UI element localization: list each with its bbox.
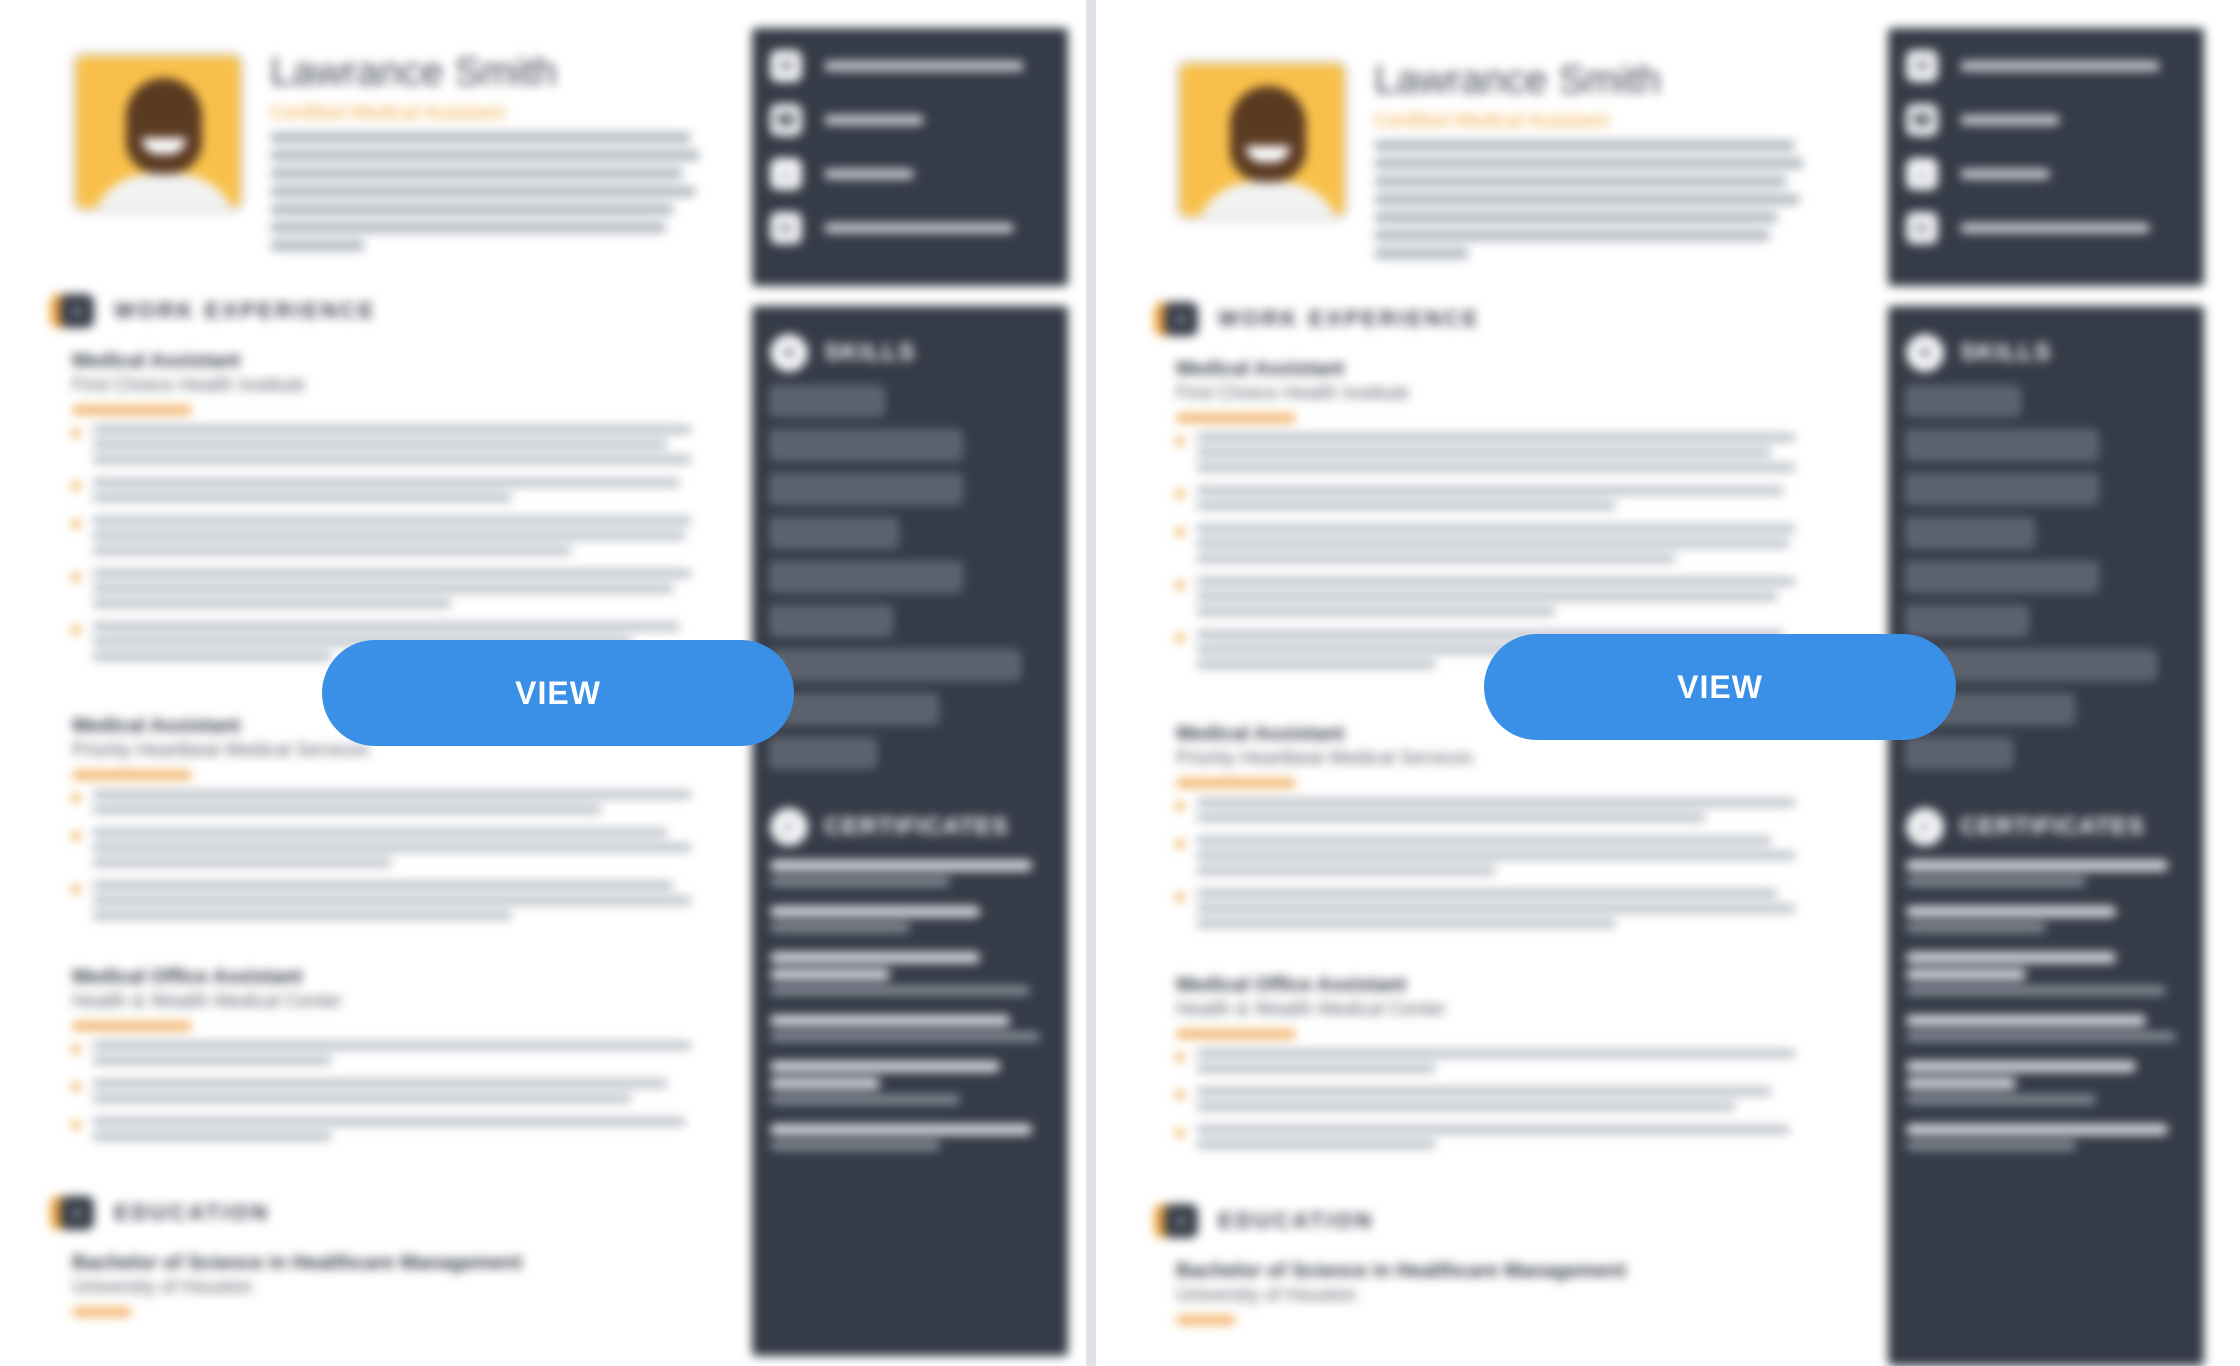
- skills-icon: ✦: [1906, 334, 1944, 372]
- resume-role: Certified Medical Assistant: [270, 102, 505, 124]
- work-experience-heading: ▪ WORK EXPERIENCE: [1164, 302, 1481, 336]
- resume-name: Lawrance Smith: [1374, 58, 1661, 102]
- preview-divider: [1086, 0, 1096, 1366]
- education-heading: ▪ EDUCATION: [60, 1196, 270, 1230]
- resume-role: Certified Medical Assistant: [1374, 110, 1609, 132]
- job-entry: Medical Assistant Priority Heartbeat Med…: [72, 715, 692, 934]
- job-entry: Medical Assistant First Choice Health In…: [72, 350, 692, 675]
- certificate-icon: ✓: [770, 808, 808, 846]
- briefcase-icon: ▪: [60, 294, 94, 328]
- resume-summary: [1374, 140, 1804, 266]
- phone-icon: ☎: [770, 104, 802, 136]
- education-entry: Bachelor of Science in Healthcare Manage…: [1176, 1260, 1796, 1335]
- skills-certificates-panel: ✦ SKILLS ✓ CERTIFICATES: [752, 306, 1068, 1356]
- profile-photo: [1174, 58, 1350, 222]
- location-icon: ⌂: [1906, 158, 1938, 190]
- graduation-cap-icon: ▪: [1164, 1204, 1198, 1238]
- skills-icon: ✦: [770, 334, 808, 372]
- linkedin-icon: in: [1906, 212, 1938, 244]
- contact-panel: ✉ ☎ ⌂ in: [752, 28, 1068, 286]
- view-template-button[interactable]: VIEW: [1484, 634, 1956, 740]
- work-experience-heading: ▪ WORK EXPERIENCE: [60, 294, 377, 328]
- email-icon: ✉: [1906, 50, 1938, 82]
- view-template-button[interactable]: VIEW: [322, 640, 794, 746]
- phone-icon: ☎: [1906, 104, 1938, 136]
- resume-name: Lawrance Smith: [270, 50, 557, 94]
- education-entry: Bachelor of Science in Healthcare Manage…: [72, 1252, 692, 1327]
- linkedin-icon: in: [770, 212, 802, 244]
- job-entry: Medical Office Assistant Health & Wealth…: [72, 966, 692, 1155]
- location-icon: ⌂: [770, 158, 802, 190]
- graduation-cap-icon: ▪: [60, 1196, 94, 1230]
- job-entry: Medical Assistant Priority Heartbeat Med…: [1176, 723, 1796, 942]
- certificate-icon: ✓: [1906, 808, 1944, 846]
- skills-certificates-panel: ✦ SKILLS ✓ CERTIFICATES: [1888, 306, 2204, 1366]
- job-entry: Medical Office Assistant Health & Wealth…: [1176, 974, 1796, 1163]
- email-icon: ✉: [770, 50, 802, 82]
- profile-photo: [70, 50, 246, 214]
- resume-summary: [270, 132, 700, 258]
- contact-panel: ✉ ☎ ⌂ in: [1888, 28, 2204, 286]
- education-heading: ▪ EDUCATION: [1164, 1204, 1374, 1238]
- briefcase-icon: ▪: [1164, 302, 1198, 336]
